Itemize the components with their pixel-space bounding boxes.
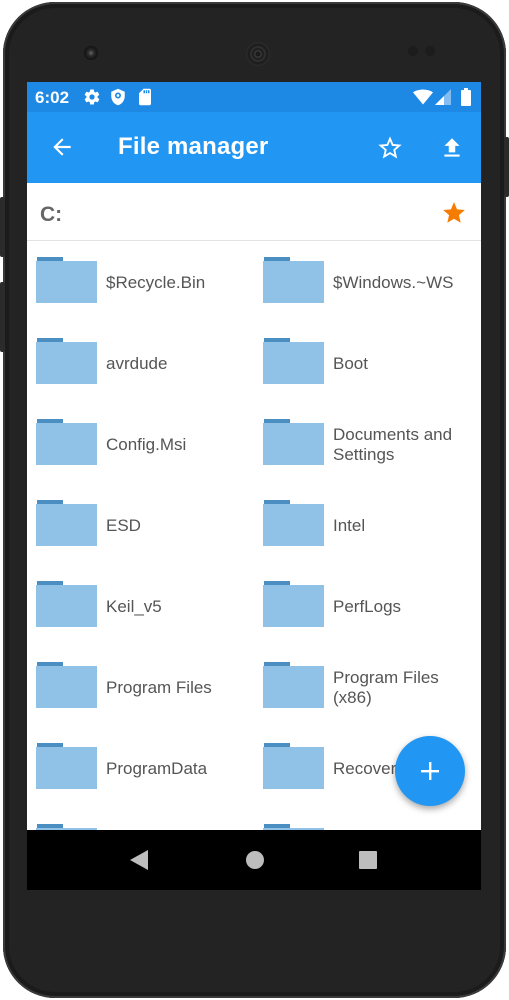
status-bar: 6:02 (27, 82, 481, 112)
folder-item[interactable]: $Windows.~WS (254, 241, 481, 322)
current-path: C: (40, 203, 63, 226)
light-sensor (425, 46, 435, 56)
folder-icon (36, 662, 98, 713)
folder-item[interactable]: Intel (254, 484, 481, 565)
folder-icon (36, 500, 98, 551)
sd-card-icon (137, 88, 153, 111)
folder-label: $Windows.~WS (333, 273, 454, 292)
folder-item[interactable]: ESD (27, 484, 254, 565)
folder-icon (263, 500, 325, 551)
folder-label: Config.Msi (106, 435, 187, 454)
battery-icon (461, 88, 471, 111)
back-triangle-icon[interactable] (129, 849, 149, 876)
folder-label: Documents and Settings (333, 425, 453, 464)
folder-icon (263, 743, 325, 794)
folder-item[interactable]: Boot (254, 322, 481, 403)
upload-icon[interactable] (439, 134, 465, 167)
folder-item[interactable]: Program Files (27, 646, 254, 727)
folder-item[interactable]: ProgramData (27, 727, 254, 808)
folder-label: avrdude (106, 354, 168, 373)
star-filled-icon[interactable] (441, 200, 467, 231)
star-outline-icon[interactable] (376, 134, 404, 167)
folder-item[interactable]: $Recycle.Bin (27, 241, 254, 322)
app-bar: File manager (27, 112, 481, 183)
gear-icon (83, 88, 101, 111)
folder-icon (263, 257, 325, 308)
folder-label: Keil_v5 (106, 597, 162, 616)
front-camera (84, 46, 98, 60)
earpiece-speaker (246, 42, 270, 66)
recents-square-icon[interactable] (358, 849, 378, 876)
folder-item[interactable]: Keil_v5 (27, 565, 254, 646)
folder-label: Program Files (106, 678, 212, 697)
status-time: 6:02 (35, 88, 70, 107)
plus-icon (421, 762, 439, 780)
folder-label: PerfLogs (333, 597, 402, 616)
folder-label: ESD (106, 516, 141, 535)
navigation-bar (27, 830, 481, 890)
shield-icon (109, 88, 127, 111)
folder-label: Program Files (x86) (333, 668, 439, 707)
power-button (0, 282, 5, 352)
folder-label: ProgramData (106, 759, 208, 778)
signal-icon (435, 89, 451, 110)
folder-icon (263, 338, 325, 389)
folder-icon (36, 338, 98, 389)
folder-icon (36, 257, 98, 308)
folder-label: $Recycle.Bin (106, 273, 206, 292)
home-circle-icon[interactable] (245, 849, 265, 876)
folder-item[interactable]: Config.Msi (27, 403, 254, 484)
volume-button (0, 197, 5, 257)
add-button[interactable] (395, 736, 465, 806)
side-button-right (504, 137, 509, 197)
folder-icon (36, 743, 98, 794)
folder-item[interactable]: Program Files (x86) (254, 646, 481, 727)
screen: 6:02 File manager C: $Recycle.Bin $Windo… (27, 82, 481, 890)
proximity-sensor (408, 46, 418, 56)
folder-label: Intel (333, 516, 366, 535)
folder-label: Boot (333, 354, 368, 373)
page-title: File manager (118, 133, 269, 160)
folder-icon (263, 419, 325, 470)
folder-icon (36, 419, 98, 470)
folder-icon (36, 581, 98, 632)
path-bar: C: (27, 183, 481, 241)
folder-icon (263, 581, 325, 632)
arrow-left-icon[interactable] (49, 134, 75, 165)
folder-item[interactable]: Documents and Settings (254, 403, 481, 484)
folder-item[interactable]: avrdude (27, 322, 254, 403)
wifi-icon (413, 89, 433, 110)
folder-item[interactable]: PerfLogs (254, 565, 481, 646)
folder-icon (263, 662, 325, 713)
